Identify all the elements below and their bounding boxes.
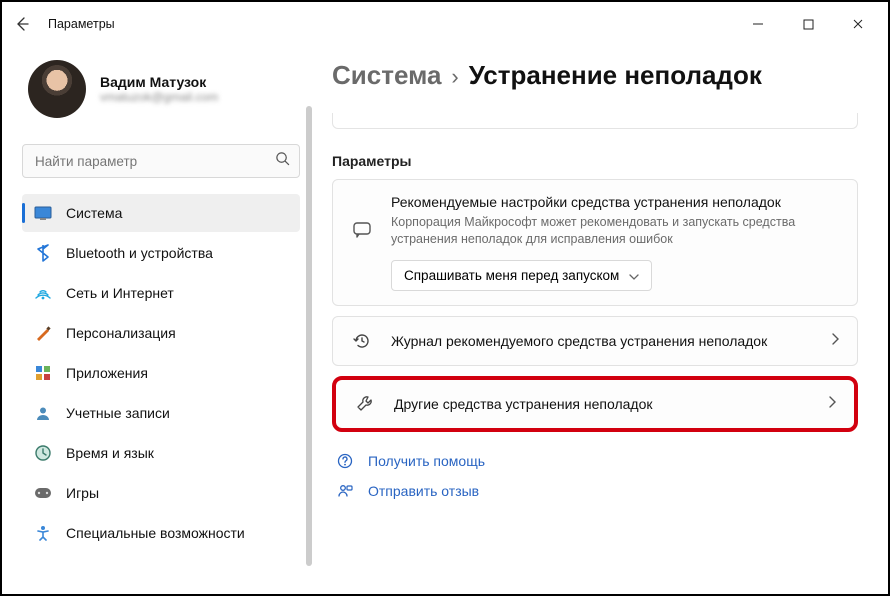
- profile-block[interactable]: Вадим Матузок vmatuzok@gmail.com: [22, 46, 300, 140]
- sidebar-item-label: Bluetooth и устройства: [66, 245, 213, 261]
- give-feedback-link[interactable]: Отправить отзыв: [336, 482, 858, 500]
- breadcrumb: Система › Устранение неполадок: [332, 60, 858, 91]
- sidebar-item-personalization[interactable]: Персонализация: [22, 314, 300, 352]
- collapsed-card-remnant: [332, 113, 858, 129]
- network-icon: [34, 284, 52, 302]
- maximize-icon: [803, 19, 814, 30]
- profile-email: vmatuzok@gmail.com: [100, 90, 218, 104]
- reco-dropdown[interactable]: Спрашивать меня перед запуском: [391, 260, 652, 291]
- sidebar-item-bluetooth[interactable]: Bluetooth и устройства: [22, 234, 300, 272]
- back-button[interactable]: [10, 12, 34, 36]
- sidebar: Вадим Матузок vmatuzok@gmail.com Система…: [2, 46, 312, 594]
- close-button[interactable]: [836, 10, 880, 38]
- accessibility-icon: [34, 524, 52, 542]
- avatar: [28, 60, 86, 118]
- sidebar-item-label: Приложения: [66, 365, 148, 381]
- nav-list: Система Bluetooth и устройства Сеть и Ин…: [22, 194, 300, 552]
- sidebar-item-time[interactable]: Время и язык: [22, 434, 300, 472]
- footer-links: Получить помощь Отправить отзыв: [332, 452, 858, 500]
- page-title: Устранение неполадок: [469, 60, 762, 91]
- system-icon: [34, 204, 52, 222]
- reco-title: Рекомендуемые настройки средства устране…: [391, 194, 839, 210]
- sidebar-item-network[interactable]: Сеть и Интернет: [22, 274, 300, 312]
- minimize-icon: [752, 18, 764, 30]
- sidebar-item-label: Персонализация: [66, 325, 176, 341]
- search-box[interactable]: [22, 144, 300, 178]
- chevron-down-icon: [629, 268, 639, 283]
- accounts-icon: [34, 404, 52, 422]
- recommended-settings-card: Рекомендуемые настройки средства устране…: [332, 179, 858, 306]
- other-title: Другие средства устранения неполадок: [394, 396, 810, 412]
- wrench-icon: [354, 394, 376, 414]
- feedback-icon: [336, 482, 354, 500]
- sidebar-item-label: Учетные записи: [66, 405, 170, 421]
- window-title: Параметры: [48, 17, 115, 31]
- sidebar-item-label: Система: [66, 205, 122, 221]
- apps-icon: [34, 364, 52, 382]
- get-help-label: Получить помощь: [368, 453, 485, 469]
- sidebar-item-accounts[interactable]: Учетные записи: [22, 394, 300, 432]
- reco-dropdown-value: Спрашивать меня перед запуском: [404, 268, 619, 283]
- title-bar: Параметры: [2, 2, 888, 46]
- maximize-button[interactable]: [786, 10, 830, 38]
- chevron-right-icon: [831, 332, 839, 350]
- search-icon: [275, 151, 290, 171]
- chevron-right-icon: ›: [451, 64, 458, 90]
- help-icon: [336, 452, 354, 470]
- arrow-left-icon: [14, 16, 30, 32]
- time-icon: [34, 444, 52, 462]
- sidebar-item-system[interactable]: Система: [22, 194, 300, 232]
- history-icon: [351, 331, 373, 351]
- chat-icon: [351, 220, 373, 240]
- history-card[interactable]: Журнал рекомендуемого средства устранени…: [332, 316, 858, 366]
- sidebar-item-apps[interactable]: Приложения: [22, 354, 300, 392]
- get-help-link[interactable]: Получить помощь: [336, 452, 858, 470]
- sidebar-item-label: Игры: [66, 485, 99, 501]
- personalization-icon: [34, 324, 52, 342]
- sidebar-item-label: Время и язык: [66, 445, 154, 461]
- sidebar-item-label: Специальные возможности: [66, 525, 245, 541]
- give-feedback-label: Отправить отзыв: [368, 483, 479, 499]
- gaming-icon: [34, 484, 52, 502]
- history-title: Журнал рекомендуемого средства устранени…: [391, 333, 813, 349]
- profile-name: Вадим Матузок: [100, 74, 218, 90]
- search-input[interactable]: [22, 144, 300, 178]
- sidebar-item-label: Сеть и Интернет: [66, 285, 174, 301]
- sidebar-item-accessibility[interactable]: Специальные возможности: [22, 514, 300, 552]
- other-troubleshooters-card[interactable]: Другие средства устранения неполадок: [332, 376, 858, 432]
- sidebar-item-gaming[interactable]: Игры: [22, 474, 300, 512]
- bluetooth-icon: [34, 244, 52, 262]
- section-label: Параметры: [332, 153, 858, 169]
- main-content: Система › Устранение неполадок Параметры…: [312, 46, 888, 594]
- breadcrumb-root[interactable]: Система: [332, 60, 441, 91]
- chevron-right-icon: [828, 395, 836, 413]
- reco-subtitle: Корпорация Майкрософт может рекомендоват…: [391, 214, 839, 248]
- close-icon: [852, 18, 864, 30]
- minimize-button[interactable]: [736, 10, 780, 38]
